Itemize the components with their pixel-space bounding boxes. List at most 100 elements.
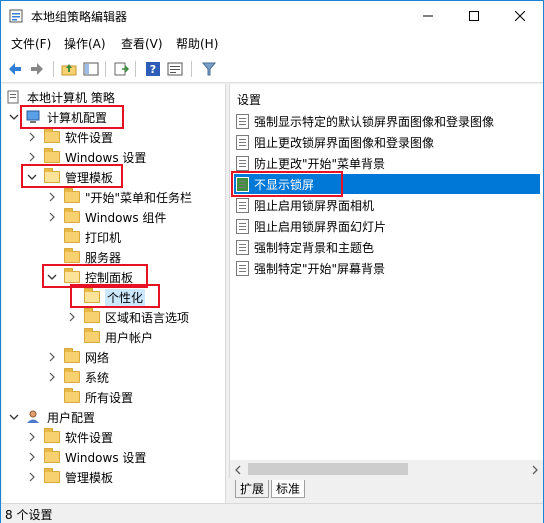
tree-item-start-menu[interactable]: "开始"菜单和任务栏 xyxy=(46,187,192,207)
setting-item[interactable]: 阻止更改锁屏界面图像和登录图像 xyxy=(234,132,540,152)
tree-item-user-accounts[interactable]: 用户帐户 xyxy=(84,327,153,347)
folder-open-icon xyxy=(44,168,60,184)
tree-item-root[interactable]: 本地计算机 策略 xyxy=(6,87,115,107)
chevron-right-icon[interactable] xyxy=(46,191,58,203)
menu-file[interactable]: 文件(F) xyxy=(11,35,51,52)
policy-setting-icon xyxy=(236,176,249,192)
setting-item-selected[interactable]: 不显示锁屏 xyxy=(234,174,540,194)
chevron-down-icon[interactable] xyxy=(8,111,20,123)
horizontal-scrollbar[interactable] xyxy=(230,460,543,478)
computer-icon xyxy=(26,110,42,124)
menu-action[interactable]: 操作(A) xyxy=(64,35,106,52)
chevron-right-icon[interactable] xyxy=(26,131,38,143)
setting-item[interactable]: 防止更改"开始"菜单背景 xyxy=(234,153,540,173)
chevron-down-icon[interactable] xyxy=(8,411,20,423)
tree-pane: 本地计算机 策略 计算机配置 软件设置 Windows 设置 管理模板 "开始"… xyxy=(2,84,226,504)
policy-setting-icon xyxy=(236,155,249,171)
tree-item-windows-settings[interactable]: Windows 设置 xyxy=(26,147,146,167)
folder-icon xyxy=(64,188,80,204)
scroll-right-icon[interactable] xyxy=(531,464,539,478)
folder-icon xyxy=(64,248,80,264)
setting-label: 强制显示特定的默认锁屏界面图像和登录图像 xyxy=(254,114,495,129)
toolbar-separator xyxy=(105,61,106,77)
chevron-right-icon[interactable] xyxy=(26,471,38,483)
setting-label: 强制特定"开始"屏幕背景 xyxy=(254,261,386,276)
scroll-left-icon[interactable] xyxy=(234,464,242,478)
toolbar: ? xyxy=(1,55,543,83)
filter-icon[interactable] xyxy=(199,59,219,79)
back-icon[interactable] xyxy=(5,59,25,79)
scroll-thumb[interactable] xyxy=(248,463,408,475)
tree-item-server[interactable]: 服务器 xyxy=(64,247,121,267)
setting-item[interactable]: 强制显示特定的默认锁屏界面图像和登录图像 xyxy=(234,111,540,131)
chevron-right-icon[interactable] xyxy=(26,151,38,163)
tree-item-software-settings[interactable]: 软件设置 xyxy=(26,127,113,147)
tree-item-user-software[interactable]: 软件设置 xyxy=(26,427,113,447)
folder-icon xyxy=(44,448,60,464)
folder-open-icon xyxy=(84,288,100,304)
chevron-right-icon[interactable] xyxy=(26,431,38,443)
setting-item[interactable]: 阻止启用锁屏界面幻灯片 xyxy=(234,216,540,236)
chevron-right-icon[interactable] xyxy=(66,311,78,323)
svg-text:?: ? xyxy=(150,63,156,76)
up-folder-icon[interactable] xyxy=(59,59,79,79)
tab-extended[interactable]: 扩展 xyxy=(235,480,270,498)
tree-item-user-config[interactable]: 用户配置 xyxy=(8,407,95,427)
menu-bar: 文件(F) 操作(A) 查看(V) 帮助(H) xyxy=(1,31,543,55)
tab-standard[interactable]: 标准 xyxy=(271,480,306,498)
folder-icon xyxy=(44,128,60,144)
tree-item-personalization[interactable]: 个性化 xyxy=(84,287,146,307)
chevron-down-icon[interactable] xyxy=(46,271,58,283)
tree-label: Windows 设置 xyxy=(65,150,147,165)
tree-label: 计算机配置 xyxy=(47,110,108,125)
tree-item-all-settings[interactable]: 所有设置 xyxy=(64,387,133,407)
tree-label: 软件设置 xyxy=(65,430,114,445)
setting-label: 阻止启用锁屏界面幻灯片 xyxy=(254,219,387,234)
chevron-right-icon[interactable] xyxy=(46,211,58,223)
tree-label: 管理模板 xyxy=(65,170,114,185)
chevron-down-icon[interactable] xyxy=(26,171,38,183)
setting-item[interactable]: 强制特定"开始"屏幕背景 xyxy=(234,258,540,278)
settings-column-header[interactable]: 设置 xyxy=(237,91,261,108)
policy-setting-icon xyxy=(236,113,249,129)
tree-label: 网络 xyxy=(85,350,110,365)
policy-setting-icon xyxy=(236,197,249,213)
tree-item-windows-components[interactable]: Windows 组件 xyxy=(46,207,166,227)
folder-icon xyxy=(64,228,80,244)
chevron-right-icon[interactable] xyxy=(46,351,58,363)
setting-label: 阻止启用锁屏界面相机 xyxy=(254,198,375,213)
forward-icon[interactable] xyxy=(27,59,47,79)
export-icon[interactable] xyxy=(111,59,131,79)
help-icon[interactable]: ? xyxy=(143,59,163,79)
folder-open-icon xyxy=(64,268,80,284)
view-tabs: 扩展 标准 xyxy=(229,478,543,500)
folder-icon xyxy=(64,368,80,384)
tree-label: 用户帐户 xyxy=(105,330,154,345)
maximize-button[interactable] xyxy=(451,1,497,31)
gpedit-app-icon xyxy=(9,9,23,23)
setting-item[interactable]: 强制特定背景和主题色 xyxy=(234,237,540,257)
tree-item-regional[interactable]: 区域和语言选项 xyxy=(66,307,189,327)
minimize-button[interactable] xyxy=(405,1,451,31)
chevron-right-icon[interactable] xyxy=(46,371,58,383)
settings-pane: 设置 强制显示特定的默认锁屏界面图像和登录图像 阻止更改锁屏界面图像和登录图像 … xyxy=(229,84,543,478)
tree-item-control-panel[interactable]: 控制面板 xyxy=(46,267,133,287)
close-button[interactable] xyxy=(497,1,543,31)
tree-item-computer-config[interactable]: 计算机配置 xyxy=(8,107,107,127)
tree-item-admin-templates[interactable]: 管理模板 xyxy=(26,167,113,187)
tree-item-user-windows[interactable]: Windows 设置 xyxy=(26,447,146,467)
tree-item-user-admin[interactable]: 管理模板 xyxy=(26,467,113,487)
tree-label: 系统 xyxy=(85,370,110,385)
status-text: 8 个设置 xyxy=(5,508,53,522)
tree-item-printers[interactable]: 打印机 xyxy=(64,227,121,247)
menu-view[interactable]: 查看(V) xyxy=(121,35,163,52)
setting-item[interactable]: 阻止启用锁屏界面相机 xyxy=(234,195,540,215)
tree-item-system[interactable]: 系统 xyxy=(46,367,109,387)
folder-icon xyxy=(84,328,100,344)
tree-label: "开始"菜单和任务栏 xyxy=(85,190,193,205)
tree-item-network[interactable]: 网络 xyxy=(46,347,109,367)
show-tree-icon[interactable] xyxy=(81,59,101,79)
chevron-right-icon[interactable] xyxy=(26,451,38,463)
menu-help[interactable]: 帮助(H) xyxy=(176,35,218,52)
properties-icon[interactable] xyxy=(165,59,185,79)
